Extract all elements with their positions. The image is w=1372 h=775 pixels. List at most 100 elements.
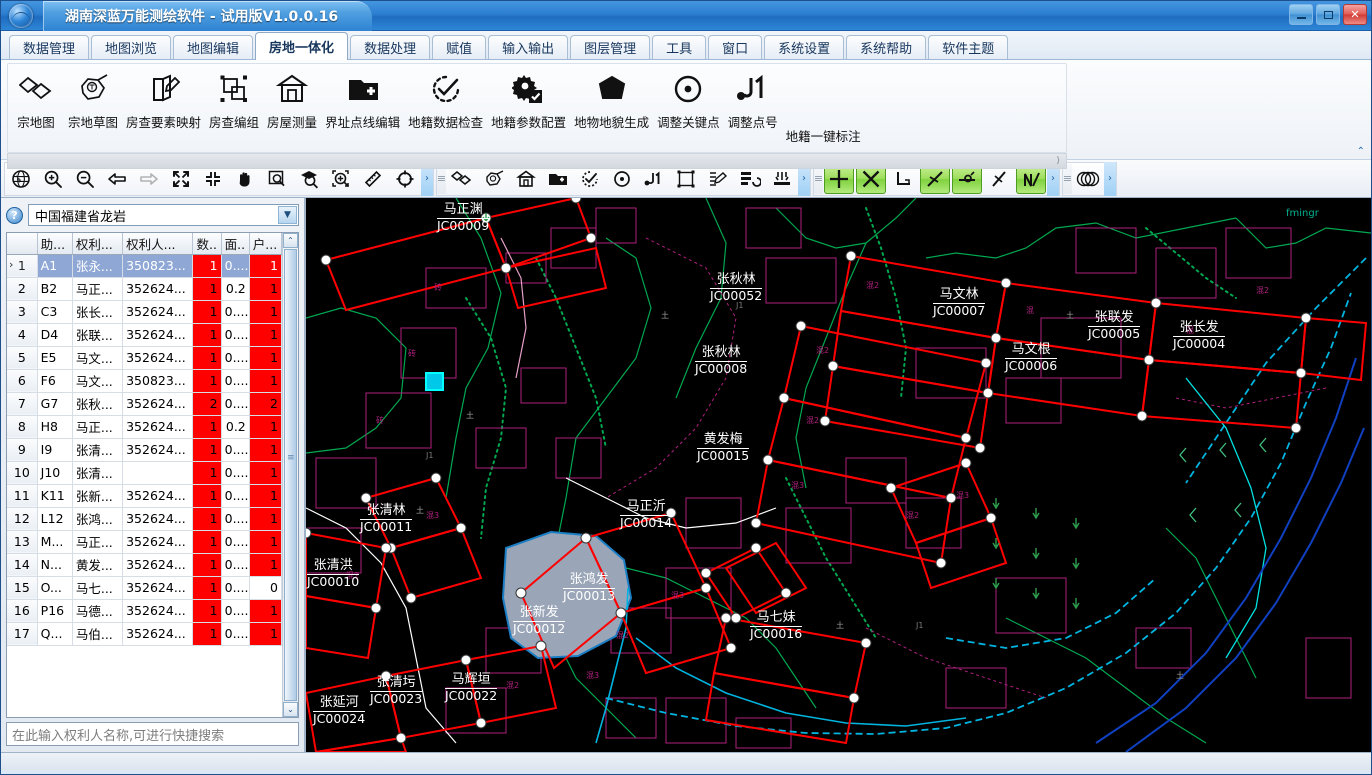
toolbar4-overflow-button[interactable]: ›: [1104, 161, 1116, 196]
region-combo[interactable]: 中国福建省龙岩 ▼: [28, 204, 299, 226]
grid-vertical-scrollbar[interactable]: ⌃ ⌄: [282, 233, 298, 717]
tab-12[interactable]: 软件主题: [928, 35, 1009, 59]
cell-owner[interactable]: 马文...: [72, 346, 124, 370]
cell-area[interactable]: 0....: [221, 461, 250, 485]
cell-aid[interactable]: O...: [37, 576, 73, 600]
cell-owner-id[interactable]: 352624...: [122, 346, 194, 370]
ribbon-item-0[interactable]: 宗地图: [8, 68, 64, 131]
cell-count[interactable]: 1: [192, 323, 222, 347]
tab-7[interactable]: 图层管理: [570, 35, 651, 59]
cell-owner[interactable]: 张长...: [72, 300, 124, 324]
cell-count[interactable]: 1: [192, 553, 222, 577]
table-row[interactable]: 15 O... 马七... 352624... 1 0.... 0: [7, 576, 282, 600]
map-canvas[interactable]: 砖砖砖 混2 混2 混3 混2 混混 混2 混2 混3 混2 混3 混3 混2 混2 混3 土土土…: [306, 198, 1371, 752]
cell-owner-id[interactable]: [122, 461, 194, 485]
cell-household[interactable]: 1: [249, 300, 282, 324]
search-input[interactable]: 在此输入权利人名称,可进行快捷搜索: [6, 722, 299, 746]
tab-5[interactable]: 赋值: [432, 35, 487, 59]
cell-household[interactable]: 1: [249, 254, 282, 278]
cell-area[interactable]: 0....: [221, 599, 250, 623]
ribbon-collapse-icon[interactable]: ⌃: [1357, 146, 1365, 157]
tab-4[interactable]: 数据处理: [350, 35, 431, 59]
cell-owner[interactable]: 张秋...: [72, 392, 124, 416]
tab-6[interactable]: 输入输出: [488, 35, 569, 59]
cell-household[interactable]: 1: [249, 323, 282, 347]
cell-aid[interactable]: P16: [37, 599, 73, 623]
ribbon-item-1[interactable]: 宗地草图: [64, 68, 122, 131]
cell-owner[interactable]: 马七...: [72, 576, 124, 600]
scroll-thumb[interactable]: [284, 249, 297, 701]
cell-aid[interactable]: N...: [37, 553, 73, 577]
cell-aid[interactable]: D4: [37, 323, 73, 347]
cell-count[interactable]: 1: [192, 438, 222, 462]
cell-owner-id[interactable]: 352624...: [122, 599, 194, 623]
cell-count[interactable]: 1: [192, 507, 222, 531]
cell-household[interactable]: 1: [249, 599, 282, 623]
cell-count[interactable]: 1: [192, 484, 222, 508]
cell-area[interactable]: 0....: [221, 507, 250, 531]
cell-owner-id[interactable]: 352624...: [122, 392, 194, 416]
cell-household[interactable]: 1: [249, 438, 282, 462]
cell-count[interactable]: 1: [192, 599, 222, 623]
cell-aid[interactable]: J10: [37, 461, 73, 485]
cell-aid[interactable]: A1: [37, 254, 73, 278]
ribbon-item-10[interactable]: 调整点号: [724, 68, 782, 131]
cell-owner[interactable]: 张联...: [72, 323, 124, 347]
table-row[interactable]: 14 N... 黄发... 352624... 1 0.... 1: [7, 553, 282, 577]
cell-area[interactable]: 0....: [221, 254, 250, 278]
cell-owner-id[interactable]: 352624...: [122, 484, 194, 508]
overlap-circles-icon[interactable]: [1072, 163, 1104, 195]
cell-household[interactable]: 1: [249, 530, 282, 554]
cell-count[interactable]: 1: [192, 346, 222, 370]
cell-area[interactable]: 0....: [221, 484, 250, 508]
table-row[interactable]: 6 F6 马文... 350823... 1 0.... 1: [7, 369, 282, 393]
cell-owner-id[interactable]: 352624...: [122, 530, 194, 554]
cell-aid[interactable]: B2: [37, 277, 73, 301]
table-row[interactable]: 12 L12 张鸿... 352624... 1 0.... 1: [7, 507, 282, 531]
cell-owner-id[interactable]: 352624...: [122, 300, 194, 324]
tab-10[interactable]: 系统设置: [764, 35, 845, 59]
cell-owner-id[interactable]: 352624...: [122, 415, 194, 439]
ribbon-item-11[interactable]: 地籍一键标注: [782, 68, 865, 145]
cell-aid[interactable]: H8: [37, 415, 73, 439]
tab-8[interactable]: 工具: [652, 35, 707, 59]
scroll-down-button[interactable]: ⌄: [283, 702, 298, 717]
cell-owner[interactable]: 张清...: [72, 438, 124, 462]
cell-owner-id[interactable]: 352624...: [122, 277, 194, 301]
table-row[interactable]: 5 E5 马文... 352624... 1 0.... 1: [7, 346, 282, 370]
table-row[interactable]: 2 B2 马正... 352624... 1 0.2 1: [7, 277, 282, 301]
table-row[interactable]: 3 C3 张长... 352624... 1 0.... 1: [7, 300, 282, 324]
column-header-0[interactable]: [7, 233, 38, 255]
cell-count[interactable]: 1: [192, 461, 222, 485]
cell-household[interactable]: 1: [249, 507, 282, 531]
ribbon-item-9[interactable]: 调整关键点: [653, 68, 724, 131]
cell-owner-id[interactable]: 352624...: [122, 323, 194, 347]
cell-area[interactable]: 0....: [221, 323, 250, 347]
cell-owner-id[interactable]: 352624...: [122, 622, 194, 646]
cell-owner-id[interactable]: 350823...: [122, 254, 194, 278]
cell-area[interactable]: 0....: [221, 369, 250, 393]
cell-count[interactable]: 1: [192, 415, 222, 439]
chevron-down-icon[interactable]: ▼: [278, 206, 297, 224]
tab-9[interactable]: 窗口: [708, 35, 763, 59]
ribbon-item-7[interactable]: 地籍参数配置: [487, 68, 570, 131]
cell-owner-id[interactable]: 352624...: [122, 507, 194, 531]
table-row[interactable]: 7 G7 张秋... 352624... 2 0.... 2: [7, 392, 282, 416]
ribbon-scroll-strip[interactable]: ⟩: [7, 153, 1067, 169]
table-row[interactable]: 8 H8 马正... 352624... 1 0.2 1: [7, 415, 282, 439]
cell-count[interactable]: 1: [192, 277, 222, 301]
cell-count[interactable]: 1: [192, 576, 222, 600]
table-row[interactable]: 10 J10 张清... 1 0.... 1: [7, 461, 282, 485]
tab-11[interactable]: 系统帮助: [846, 35, 927, 59]
minimize-button[interactable]: [1289, 4, 1313, 25]
cell-count[interactable]: 2: [192, 392, 222, 416]
cell-household[interactable]: 1: [249, 461, 282, 485]
cell-household[interactable]: 0: [249, 576, 282, 600]
cell-household[interactable]: 1: [249, 346, 282, 370]
cell-aid[interactable]: Q...: [37, 622, 73, 646]
cell-owner[interactable]: 张鸿...: [72, 507, 124, 531]
table-row[interactable]: 13 M... 马正... 352624... 1 0.... 1: [7, 530, 282, 554]
cell-area[interactable]: 0....: [221, 392, 250, 416]
column-header-2[interactable]: 权利...: [72, 233, 124, 255]
cell-owner[interactable]: 马正...: [72, 277, 124, 301]
